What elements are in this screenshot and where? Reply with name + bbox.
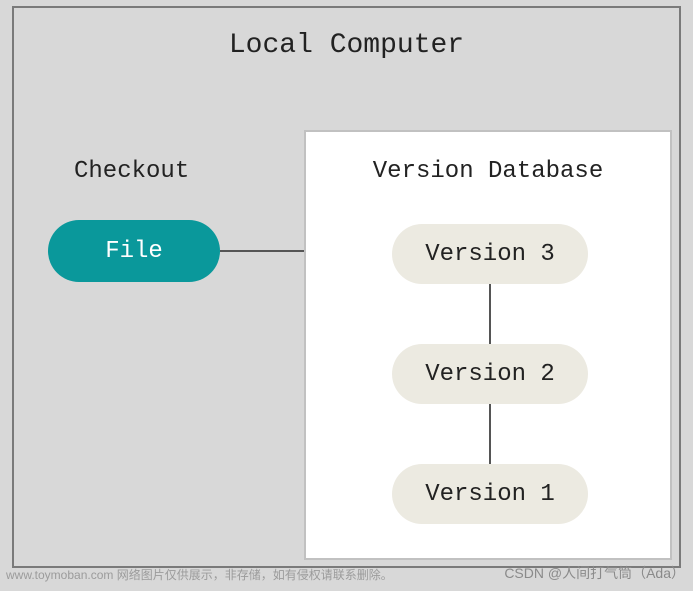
file-node-label: File	[105, 238, 163, 265]
watermark-right: CSDN @人间打气筒（Ada）	[504, 563, 685, 583]
local-computer-frame: Local Computer Checkout File Version Dat…	[12, 6, 681, 568]
version-1-label: Version 1	[425, 481, 555, 508]
version-database-box: Version Database Version 3 Version 2 Ver…	[304, 130, 672, 560]
version-2-label: Version 2	[425, 361, 555, 388]
file-node: File	[48, 220, 220, 282]
version-2-node: Version 2	[392, 344, 588, 404]
version-database-title: Version Database	[306, 158, 670, 185]
checkout-section-label: Checkout	[74, 158, 189, 185]
watermark-left: www.toymoban.com 网络图片仅供展示，非存储，如有侵权请联系删除。	[6, 566, 393, 583]
version-3-node: Version 3	[392, 224, 588, 284]
diagram-title: Local Computer	[14, 30, 679, 61]
version-3-label: Version 3	[425, 241, 555, 268]
version-1-node: Version 1	[392, 464, 588, 524]
